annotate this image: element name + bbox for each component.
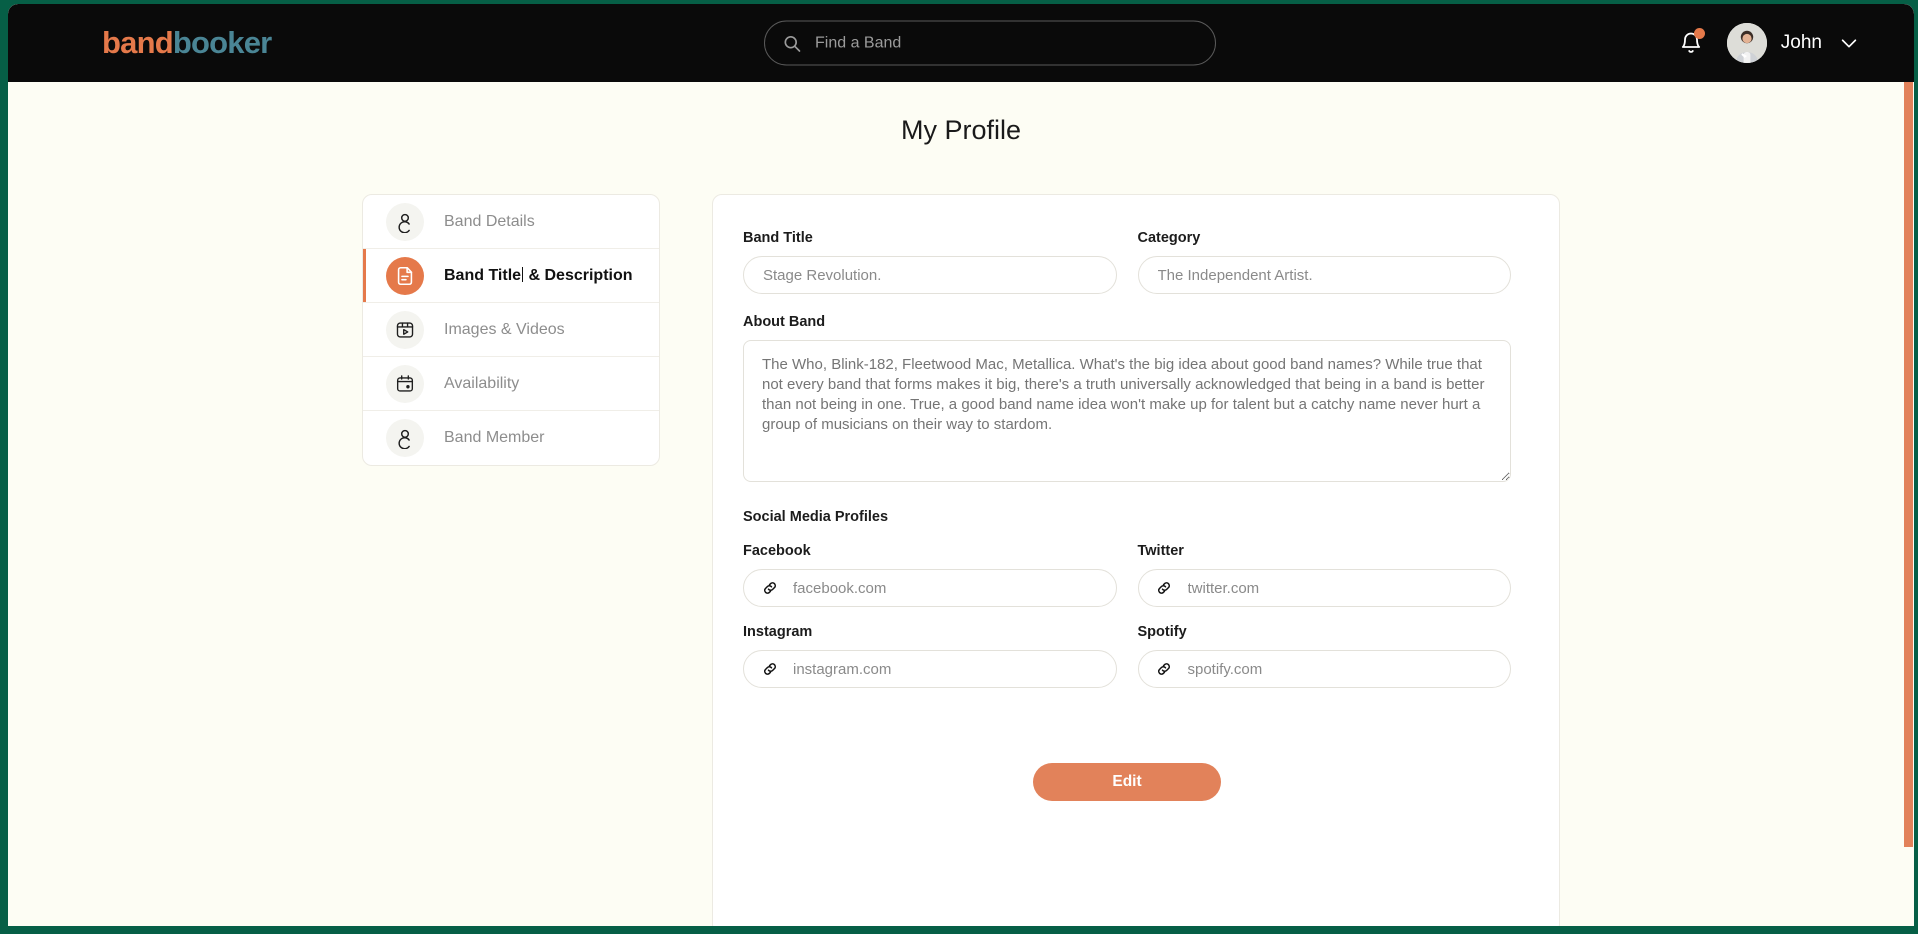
social-media-heading: Social Media Profiles [743, 509, 889, 525]
sidebar-item-band-details[interactable]: Band Details [363, 195, 659, 249]
about-band-label: About Band [743, 314, 826, 330]
vertical-scrollbar-thumb[interactable] [1904, 82, 1913, 847]
avatar [1726, 23, 1767, 63]
media-play-icon [386, 310, 424, 349]
sidebar-item-images-videos[interactable]: Images & Videos [363, 303, 659, 357]
link-icon [1155, 579, 1174, 598]
spotify-label: Spotify [1137, 624, 1187, 640]
instagram-label: Instagram [743, 624, 813, 640]
browser-viewport-frame: bandbooker Find a Band John My Profile B… [0, 0, 1918, 934]
avatar-image [1726, 23, 1767, 63]
profile-sidebar: Band Details Band Title & Description Im… [362, 194, 660, 466]
search-input[interactable] [815, 34, 1199, 52]
topbar-right-cluster: John [1669, 21, 1862, 65]
about-band-textarea[interactable] [743, 340, 1511, 482]
twitter-input-wrap[interactable] [1137, 569, 1511, 607]
band-title-field-group: Band Title [743, 230, 1117, 294]
page-root: bandbooker Find a Band John My Profile B… [8, 4, 1914, 926]
page-title: My Profile [900, 115, 1022, 145]
facebook-label: Facebook [743, 543, 811, 559]
band-title-label: Band Title [743, 230, 813, 246]
title-category-row: Band Title Category [743, 230, 1511, 294]
category-input[interactable] [1137, 256, 1511, 294]
calendar-icon [386, 364, 424, 403]
category-label: Category [1137, 230, 1201, 246]
link-icon [760, 660, 779, 679]
sidebar-item-label: Band Details [444, 212, 535, 230]
sidebar-item-label: Band Member [444, 429, 545, 446]
sidebar-item-label: Images & Videos [444, 320, 565, 338]
user-name-label: John [1780, 32, 1822, 53]
sidebar-item-band-title-description[interactable]: Band Title & Description [363, 249, 659, 303]
content-row: Band Details Band Title & Description Im… [8, 194, 1914, 926]
document-icon [386, 256, 424, 295]
sidebar-item-availability[interactable]: Availability [363, 357, 659, 411]
person-icon [386, 202, 424, 241]
instagram-field-group: Instagram [743, 624, 1117, 688]
search-bar[interactable] [764, 20, 1216, 66]
top-navigation-bar: bandbooker Find a Band John [8, 4, 1914, 82]
instagram-input-wrap[interactable] [743, 650, 1117, 688]
about-band-field-group: About Band [743, 314, 1511, 487]
twitter-field-group: Twitter [1137, 543, 1511, 607]
facebook-input-wrap[interactable] [743, 569, 1117, 607]
instagram-input[interactable] [793, 660, 1100, 678]
category-field-group: Category [1137, 230, 1511, 294]
edit-button[interactable]: Edit [1033, 763, 1221, 801]
text-cursor [522, 266, 524, 282]
notification-bell-button[interactable] [1669, 21, 1713, 65]
link-icon [1155, 660, 1174, 679]
link-icon [760, 579, 779, 598]
search-icon [781, 32, 803, 54]
user-menu[interactable]: John [1726, 23, 1862, 63]
twitter-input[interactable] [1187, 579, 1494, 597]
brand-logo-part2: booker [172, 25, 272, 60]
sidebar-item-label: Availability [444, 374, 520, 392]
notification-unread-badge [1693, 28, 1705, 39]
sidebar-item-label: Band Title & Description [444, 266, 633, 285]
facebook-input[interactable] [793, 579, 1100, 597]
vertical-scrollbar-track[interactable] [1902, 82, 1914, 926]
spotify-input[interactable] [1187, 660, 1494, 678]
spotify-field-group: Spotify [1137, 624, 1511, 688]
twitter-label: Twitter [1137, 543, 1184, 559]
sidebar-label-after-caret: & Description [524, 266, 633, 284]
sidebar-label-before-caret: Band Title [444, 266, 522, 284]
profile-form-card: Band Title Category About Band Social Me… [712, 194, 1560, 926]
edit-button-row: Edit [743, 763, 1511, 801]
facebook-field-group: Facebook [743, 543, 1117, 607]
chevron-down-icon[interactable] [1836, 30, 1862, 56]
social-row-facebook-twitter: Facebook facebook.com Twitter twitter.co… [743, 543, 1511, 607]
sidebar-item-band-member[interactable]: Band Member [363, 411, 659, 465]
brand-logo-part1: band [102, 25, 174, 60]
person-icon [386, 419, 424, 457]
spotify-input-wrap[interactable] [1137, 650, 1511, 688]
band-title-input[interactable] [743, 256, 1117, 294]
social-row-instagram-spotify: Instagram instagram.com Spotify spotify.… [743, 624, 1511, 688]
brand-logo[interactable]: bandbooker [102, 25, 272, 61]
page-body: My Profile Band Details Band Title & Des… [8, 82, 1914, 926]
